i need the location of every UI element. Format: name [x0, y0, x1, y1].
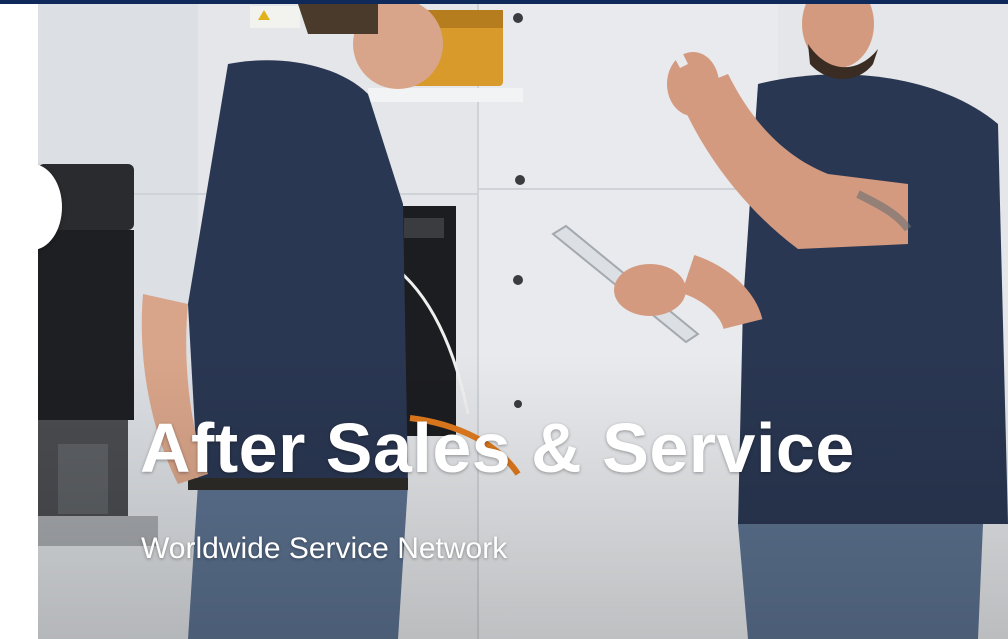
hero-title: After Sales & Service [140, 409, 855, 487]
page-left-margin [0, 4, 38, 639]
hero-subtitle: Worldwide Service Network [141, 532, 508, 565]
hero-banner: After Sales & Service Worldwide Service … [38, 4, 1008, 639]
